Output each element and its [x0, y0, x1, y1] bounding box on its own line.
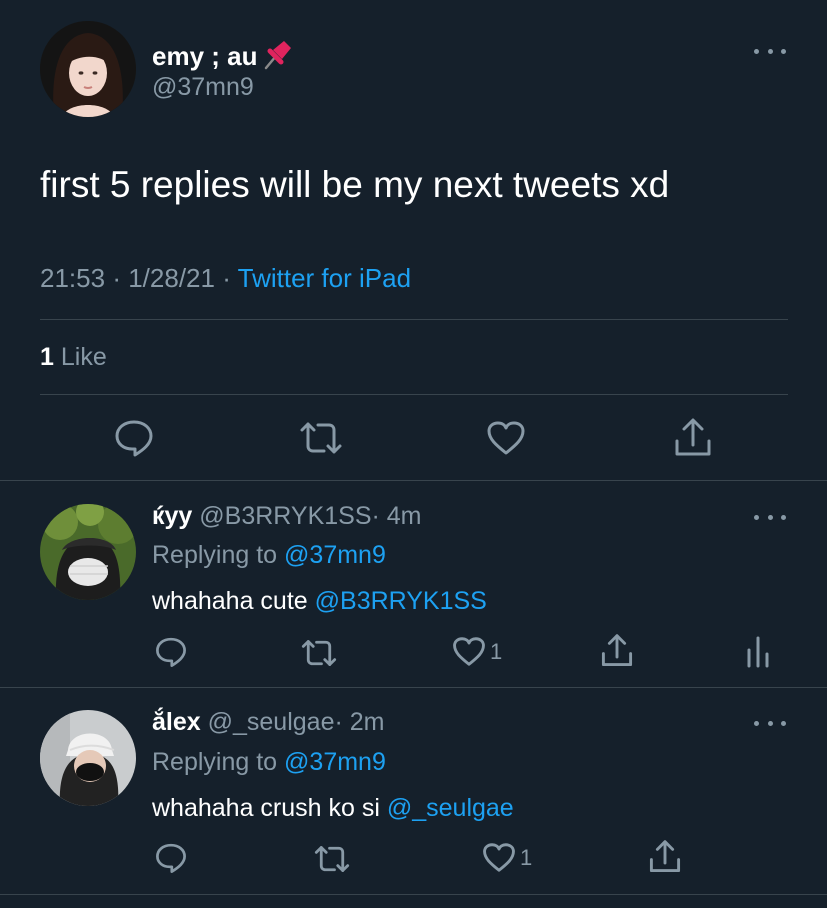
replying-to-handle[interactable]: @37mn9 [284, 748, 386, 776]
reply-header: ắlex @_seulgae· 2m [152, 708, 385, 737]
like-button[interactable]: 1 [482, 842, 532, 873]
tweet-source-link[interactable]: Twitter for iPad [238, 263, 411, 293]
divider [40, 394, 788, 395]
main-tweet-text: first 5 replies will be my next tweets x… [40, 164, 670, 205]
reply-display-name[interactable]: ќуу [152, 502, 192, 530]
like-count: 1 [520, 844, 533, 870]
reply-text: whahaha crush ko si @_seulgae [152, 794, 514, 823]
replying-to-label: Replying to [152, 748, 278, 776]
meta-separator: · [112, 263, 121, 293]
like-count: 1 [490, 638, 503, 664]
tweet-meta: 21:53 · 1/28/21 · Twitter for iPad [40, 263, 411, 294]
time-separator: · [371, 502, 380, 530]
reply-handle[interactable]: @_seulgae [208, 708, 335, 736]
likes-label: Like [60, 343, 107, 371]
divider [0, 687, 827, 688]
share-icon[interactable] [600, 633, 634, 669]
divider [0, 480, 827, 481]
like-icon [452, 636, 486, 667]
retweet-icon[interactable] [298, 420, 344, 456]
likes-count: 1 [40, 343, 54, 371]
reply-icon[interactable] [154, 636, 188, 668]
reply-time: 4m [386, 502, 422, 530]
retweet-icon[interactable] [313, 844, 351, 874]
tweet-time: 21:53 [40, 263, 106, 293]
reply-body: whahaha crush ko si [152, 794, 380, 822]
replying-to: Replying to @37mn9 [152, 541, 386, 570]
tweet-date: 1/28/21 [128, 263, 215, 293]
reply-avatar[interactable] [40, 710, 136, 806]
more-options-icon[interactable] [754, 717, 786, 729]
reply-icon[interactable] [113, 418, 155, 458]
replying-to: Replying to @37mn9 [152, 748, 386, 777]
main-name-row: emy ; au [152, 38, 294, 75]
more-options-icon[interactable] [754, 45, 786, 57]
pushpin-icon [262, 38, 294, 75]
reply-mention[interactable]: @_seulgae [387, 794, 514, 822]
time-separator: · [334, 708, 343, 736]
main-handle[interactable]: @37mn9 [152, 73, 254, 102]
share-icon[interactable] [673, 417, 713, 459]
reply-body: whahaha cute [152, 587, 308, 615]
replying-to-label: Replying to [152, 541, 278, 569]
main-display-name[interactable]: emy ; au [152, 41, 258, 72]
reply-handle[interactable]: @B3RRYK1SS [199, 502, 371, 530]
reply-avatar[interactable] [40, 504, 136, 600]
divider [40, 319, 788, 320]
reply-time: 2m [349, 708, 385, 736]
like-button[interactable]: 1 [452, 636, 502, 667]
analytics-icon[interactable] [745, 636, 771, 668]
like-icon [482, 842, 516, 873]
main-avatar[interactable] [40, 21, 136, 117]
reply-display-name[interactable]: ắlex [152, 708, 201, 736]
share-icon[interactable] [648, 839, 682, 875]
reply-text: whahaha cute @B3RRYK1SS [152, 587, 487, 616]
reply-icon[interactable] [154, 842, 188, 874]
reply-mention[interactable]: @B3RRYK1SS [315, 587, 487, 615]
like-icon[interactable] [486, 420, 526, 456]
likes-stat[interactable]: 1 Like [40, 343, 107, 372]
reply-header: ќуу @B3RRYK1SS· 4m [152, 502, 422, 531]
more-options-icon[interactable] [754, 511, 786, 523]
divider [0, 894, 827, 895]
replying-to-handle[interactable]: @37mn9 [284, 541, 386, 569]
retweet-icon[interactable] [300, 638, 338, 668]
meta-separator: · [222, 263, 231, 293]
